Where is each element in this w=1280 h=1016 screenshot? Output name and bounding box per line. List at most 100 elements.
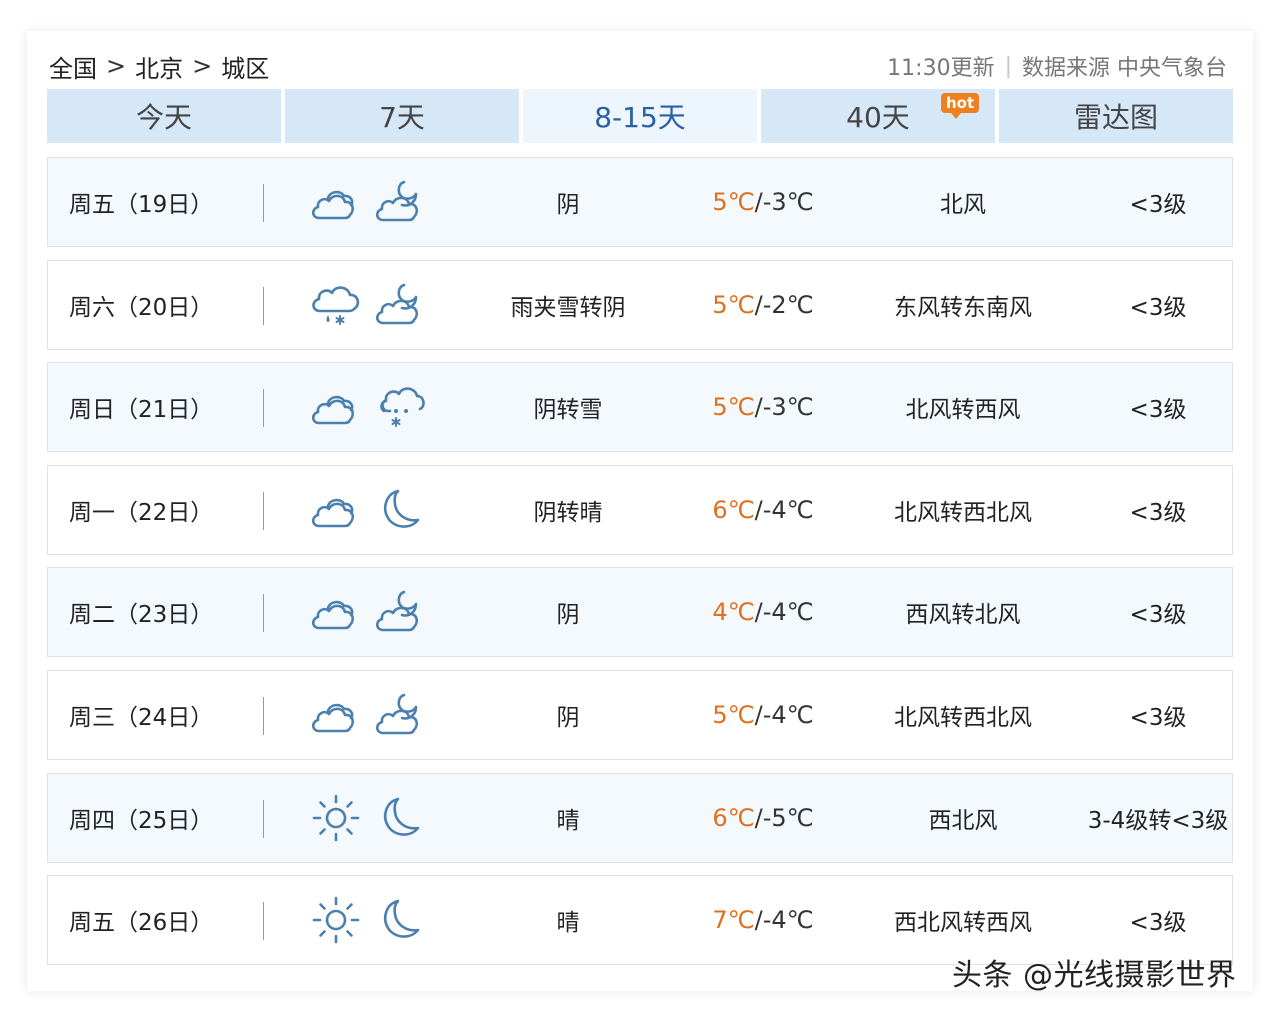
- cloudy-icon: [310, 484, 362, 536]
- temp-separator: /: [754, 188, 763, 216]
- tab-4[interactable]: 雷达图: [999, 89, 1233, 143]
- row-divider: [263, 902, 264, 941]
- breadcrumb: 全国 > 北京 > 城区: [49, 49, 269, 84]
- forecast-date: 周三（24日）: [69, 704, 214, 731]
- weather-description: 阴: [556, 192, 580, 218]
- weather-icons: [310, 876, 440, 964]
- wind-level: 3-4级转<3级: [1087, 807, 1229, 834]
- tab-3[interactable]: 40天 hot: [761, 89, 995, 143]
- temp-separator: /: [754, 700, 763, 729]
- tab-label: 8-15天: [594, 101, 686, 134]
- breadcrumb-item-district[interactable]: 城区: [221, 49, 269, 84]
- wind-level: <3级: [1129, 192, 1187, 218]
- temperature-range: 5℃ / -2℃: [688, 261, 838, 349]
- weather-icons: [310, 568, 440, 656]
- temperature-range: 6℃ / -5℃: [688, 774, 838, 862]
- cloudy-icon: [310, 689, 362, 741]
- moon-icon: [374, 484, 426, 536]
- weather-description: 阴转雪: [533, 397, 603, 424]
- partly-cloudy-night-icon: [374, 279, 426, 331]
- wind-direction: 西风转北风: [905, 602, 1021, 629]
- wind-level: <3级: [1129, 397, 1187, 424]
- weather-description: 阴转晴: [533, 499, 603, 526]
- snow-icon: [374, 381, 426, 433]
- weather-icons: [310, 261, 440, 349]
- tab-2[interactable]: 8-15天: [523, 89, 757, 143]
- row-divider: [263, 491, 264, 530]
- forecast-date: 周二（23日）: [69, 602, 214, 629]
- weather-card: 全国 > 北京 > 城区 11:30更新 | 数据来源 中央气象台 今天 7天 8-…: [27, 31, 1253, 991]
- temperature-range: 4℃ / -4℃: [688, 568, 838, 656]
- weather-description: 晴: [556, 910, 580, 937]
- partly-cloudy-night-icon: [374, 586, 426, 638]
- weather-description: 雨夹雪转阴: [510, 294, 626, 321]
- update-meta: 11:30更新 | 数据来源 中央气象台: [887, 50, 1227, 82]
- forecast-date: 周六（20日）: [69, 294, 214, 321]
- weather-icons: [310, 466, 440, 554]
- tab-1[interactable]: 7天: [285, 89, 519, 143]
- row-divider: [263, 389, 264, 428]
- temp-separator: /: [754, 803, 763, 832]
- tab-label: 7天: [379, 101, 425, 134]
- moon-icon: [374, 894, 426, 946]
- low-temp: -4℃: [762, 598, 814, 627]
- low-temp: -4℃: [762, 495, 814, 524]
- low-temp: -3℃: [762, 393, 814, 422]
- forecast-row: 周二（23日） 阴 4℃ / -4℃ 西风转北风 <3级: [47, 567, 1233, 658]
- high-temp: 6℃: [712, 803, 755, 832]
- row-divider: [263, 184, 264, 222]
- weather-icons: [310, 158, 440, 246]
- high-temp: 5℃: [712, 188, 755, 216]
- tab-label: 40天: [846, 101, 910, 134]
- temperature-range: 6℃ / -4℃: [688, 466, 838, 554]
- temperature-range: 5℃ / -3℃: [688, 158, 838, 246]
- meta-separator: |: [1004, 53, 1012, 79]
- breadcrumb-item-country[interactable]: 全国: [49, 49, 97, 84]
- partly-cloudy-night-icon: [374, 176, 426, 228]
- wind-level: <3级: [1129, 294, 1187, 321]
- partly-cloudy-night-icon: [374, 689, 426, 741]
- sleet-icon: [310, 279, 362, 331]
- weather-icons: [310, 671, 440, 759]
- forecast-row: 周日（21日） 阴转雪 5℃ / -3℃ 北风转西风 <3级: [47, 362, 1233, 453]
- row-divider: [263, 286, 264, 325]
- weather-description: 阴: [556, 602, 580, 629]
- row-divider: [263, 799, 264, 838]
- temperature-range: 5℃ / -4℃: [688, 671, 838, 759]
- breadcrumb-separator: >: [106, 52, 127, 80]
- low-temp: -4℃: [762, 700, 814, 729]
- high-temp: 5℃: [712, 700, 755, 729]
- temp-separator: /: [754, 393, 763, 422]
- hot-badge: hot: [941, 93, 980, 119]
- low-temp: -3℃: [762, 188, 814, 216]
- temperature-range: 7℃ / -4℃: [688, 876, 838, 964]
- sun-icon: [310, 894, 362, 946]
- low-temp: -5℃: [762, 803, 814, 832]
- sun-icon: [310, 792, 362, 844]
- forecast-date: 周五（19日）: [69, 192, 214, 218]
- forecast-date: 周五（26日）: [69, 910, 214, 937]
- wind-direction: 东风转东南风: [894, 294, 1032, 321]
- wind-level: <3级: [1129, 704, 1187, 731]
- weather-description: 阴: [556, 704, 580, 731]
- breadcrumb-item-city[interactable]: 北京: [135, 49, 183, 84]
- moon-icon: [374, 792, 426, 844]
- forecast-row: 周五（19日） 阴 5℃ / -3℃ 北风 <3级: [47, 157, 1233, 247]
- forecast-row: 周三（24日） 阴 5℃ / -4℃ 北风转西北风 <3级: [47, 669, 1233, 760]
- wind-direction: 北风转西北风: [894, 704, 1032, 731]
- wind-direction: 北风转西北风: [894, 499, 1032, 526]
- high-temp: 5℃: [712, 290, 755, 319]
- temp-separator: /: [754, 290, 763, 319]
- low-temp: -2℃: [762, 290, 814, 319]
- temperature-range: 5℃ / -3℃: [688, 363, 838, 451]
- weather-icons: [310, 363, 440, 451]
- wind-direction: 北风转西风: [905, 397, 1021, 424]
- wind-level: <3级: [1129, 499, 1187, 526]
- wind-direction: 北风: [940, 192, 986, 218]
- row-divider: [263, 594, 264, 633]
- wind-level: <3级: [1129, 602, 1187, 629]
- weather-description: 晴: [556, 807, 580, 834]
- forecast-row: 周四（25日） 晴 6℃ / -5℃ 西北风 3-4级转<3级: [47, 772, 1233, 863]
- row-divider: [263, 696, 264, 735]
- tab-0[interactable]: 今天: [47, 89, 281, 143]
